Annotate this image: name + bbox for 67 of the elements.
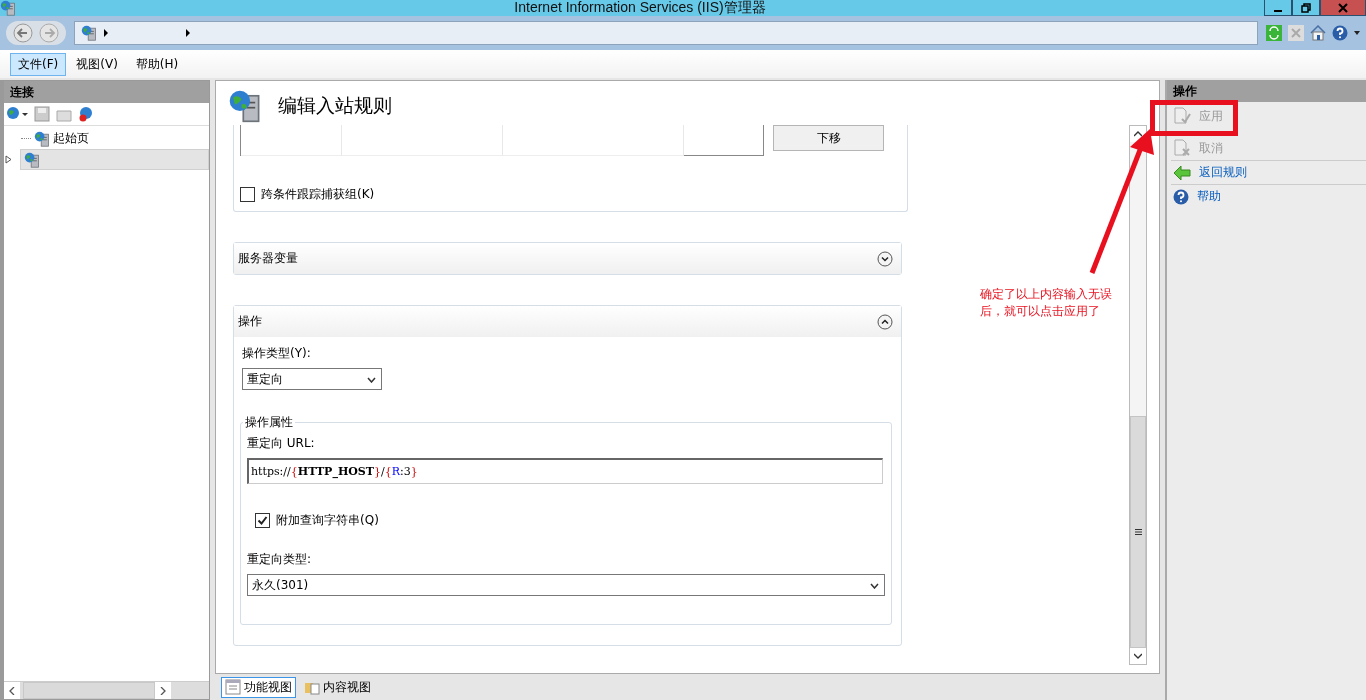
collapse-chevron-icon[interactable]	[877, 313, 893, 330]
checkbox[interactable]	[240, 187, 255, 202]
view-tab[interactable]: 内容视图	[300, 676, 375, 698]
menu-item[interactable]: 视图(V)	[68, 52, 126, 76]
document-x-icon	[1173, 139, 1191, 157]
refresh-icon[interactable]	[1266, 25, 1282, 41]
restore-icon	[1301, 2, 1311, 13]
address-field[interactable]	[74, 21, 1258, 45]
tree-item[interactable]: 起始页	[4, 128, 209, 149]
features-view-icon	[225, 679, 241, 695]
section-header[interactable]: 服务器变量	[234, 243, 901, 274]
action-link[interactable]: 返回规则	[1171, 160, 1366, 184]
section-header[interactable]: 操作	[234, 306, 901, 337]
action-link[interactable]: 帮助	[1171, 184, 1366, 208]
panel-header: 连接	[4, 81, 209, 103]
site-icon	[24, 151, 40, 168]
app-icon	[0, 0, 16, 16]
section-title: 操作	[238, 313, 262, 330]
help-icon	[1173, 188, 1189, 205]
scroll-right-icon[interactable]	[160, 686, 166, 695]
horizontal-scrollbar[interactable]	[4, 681, 209, 699]
navigation-buttons[interactable]	[6, 21, 66, 45]
dropdown-caret-icon[interactable]	[1354, 31, 1360, 35]
home-icon[interactable]	[1310, 25, 1326, 41]
scroll-left-icon[interactable]	[9, 686, 15, 695]
breadcrumb-arrow-icon[interactable]	[185, 29, 191, 37]
document-check-icon	[1173, 107, 1191, 125]
menu-item[interactable]: 文件(F)	[10, 52, 67, 76]
left-arrow-icon	[1173, 164, 1191, 181]
server-icon	[81, 25, 97, 41]
rules-icon	[228, 89, 262, 123]
move-down-button[interactable]: 下移	[773, 125, 884, 151]
action-type-dropdown[interactable]: 重定向	[242, 368, 382, 390]
view-tab[interactable]: 功能视图	[221, 676, 296, 698]
field-label: 重定向 URL:	[247, 435, 315, 452]
breadcrumb-arrow-icon[interactable]	[103, 29, 109, 37]
site-icon	[34, 130, 50, 147]
connect-globe-icon[interactable]	[6, 106, 28, 122]
checkbox-label: 附加查询字符串(Q)	[276, 512, 379, 529]
group-title: 操作属性	[244, 414, 294, 431]
vertical-scrollbar[interactable]	[1129, 125, 1147, 665]
field-label: 重定向类型:	[247, 551, 312, 568]
redirect-type-dropdown[interactable]: 永久(301)	[247, 574, 885, 596]
close-icon	[1338, 2, 1348, 13]
panel-header: 操作	[1167, 80, 1366, 102]
help-icon[interactable]	[1332, 25, 1348, 41]
minimize-icon	[1274, 9, 1282, 12]
window-title: Internet Information Services (IIS)管理器	[513, 0, 767, 17]
expand-arrow-icon[interactable]	[5, 155, 13, 164]
back-icon[interactable]	[12, 22, 34, 44]
url-field[interactable]: https://{HTTP_HOST}/{R:3}	[247, 458, 883, 484]
annotation-text: 确定了以上内容输入无误后，就可以点击应用了	[980, 286, 1113, 320]
field-label: 操作类型(Y):	[242, 345, 311, 362]
grip-icon	[1134, 529, 1142, 535]
checkbox-label: 跨条件跟踪捕获组(K)	[261, 186, 375, 203]
close-button[interactable]	[1320, 0, 1366, 16]
section-title: 服务器变量	[238, 250, 298, 267]
minimize-button[interactable]	[1264, 0, 1292, 16]
caret-icon	[367, 377, 376, 383]
checkbox[interactable]	[255, 513, 270, 528]
scroll-down-icon[interactable]	[1134, 653, 1142, 659]
disconnect-icon[interactable]	[78, 106, 94, 122]
page-title: 编辑入站规则	[278, 93, 392, 118]
caret-icon	[870, 583, 879, 589]
expand-chevron-icon[interactable]	[877, 250, 893, 267]
menu-item[interactable]: 帮助(H)	[127, 52, 187, 76]
restore-button[interactable]	[1292, 0, 1320, 16]
